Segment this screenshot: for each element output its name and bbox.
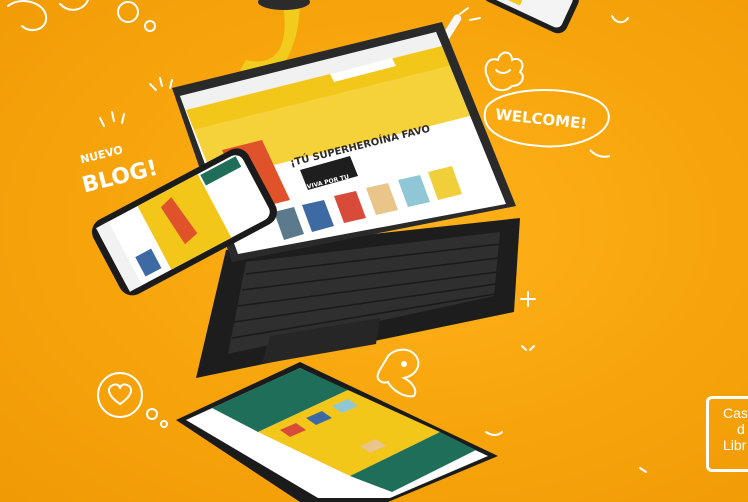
brand-logo: Cas d Libr: [706, 396, 748, 472]
brand-line-2: d: [737, 421, 745, 437]
tablet: [176, 362, 498, 502]
promo-scene: WELCOME! NUEVO BLOG! ¡TÚ SUPERHEROÍNA FA…: [0, 0, 748, 502]
brand-line-1: Cas: [723, 405, 748, 421]
brand-line-3: Libr: [723, 437, 747, 453]
